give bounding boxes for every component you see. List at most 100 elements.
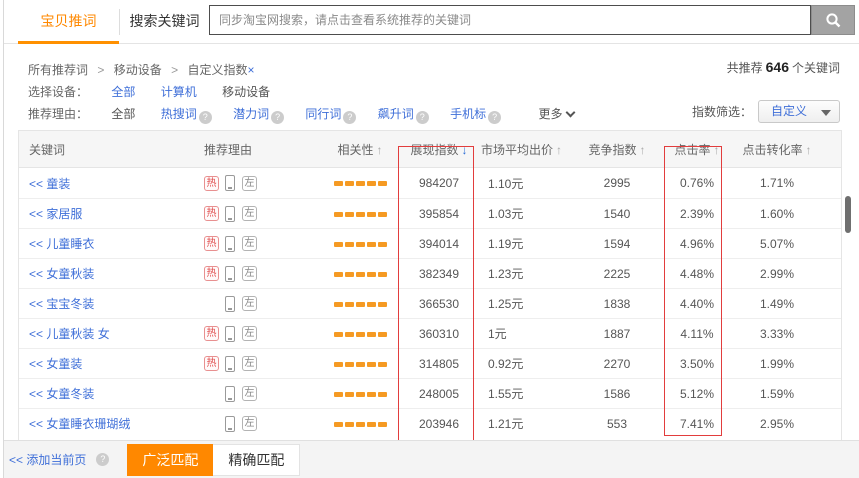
relevance-bars	[334, 302, 387, 307]
broad-match-button[interactable]: 广泛匹配	[127, 444, 213, 476]
phone-icon	[225, 266, 235, 282]
hot-badge: 热	[204, 326, 219, 341]
chevron-down-icon	[565, 108, 575, 118]
sort-asc-icon: ↑	[556, 143, 562, 157]
device-option-mobile[interactable]: 移动设备	[222, 85, 270, 99]
reason-option-peer[interactable]: 同行词	[305, 107, 341, 121]
remove-filter-icon[interactable]: ×	[247, 63, 254, 77]
device-option-all[interactable]: 全部	[111, 85, 135, 99]
relevance-bars	[334, 392, 387, 397]
impressions-value: 360310	[401, 327, 477, 341]
summary-suffix: 个关键词	[792, 61, 840, 75]
help-icon[interactable]: ?	[488, 111, 501, 124]
more-filters-toggle[interactable]: 更多	[539, 107, 574, 121]
impressions-value: 314805	[401, 357, 477, 371]
reason-option-all[interactable]: 全部	[111, 107, 135, 121]
reason-option-potential[interactable]: 潜力词	[233, 107, 269, 121]
reason-option-hot-search[interactable]: 热搜词	[161, 107, 197, 121]
header-reason: 推荐理由	[204, 141, 319, 158]
exact-match-button[interactable]: 精确匹配	[213, 444, 300, 476]
breadcrumb-mobile-device[interactable]: 移动设备	[114, 63, 162, 77]
index-filter-select[interactable]: 自定义	[758, 100, 840, 123]
index-filter-value: 自定义	[771, 104, 807, 118]
ctr-value: 4.40%	[657, 297, 737, 311]
keyword-link[interactable]: << 女童冬装	[29, 387, 94, 401]
table-row: << 儿童睡衣 热左 394014 1.19元 1594 4.96% 5.07%	[19, 228, 841, 258]
reason-badges: 热左	[204, 206, 319, 222]
impressions-value: 366530	[401, 297, 477, 311]
page-left-border	[3, 0, 4, 478]
avg-bid-value: 1.23元	[477, 265, 577, 282]
header-relevance[interactable]: 相关性↑	[319, 141, 401, 158]
help-icon[interactable]: ?	[199, 111, 212, 124]
help-icon[interactable]: ?	[416, 111, 429, 124]
breadcrumb-all-words[interactable]: 所有推荐词	[28, 63, 88, 77]
help-icon[interactable]: ?	[271, 111, 284, 124]
ctr-value: 2.39%	[657, 207, 737, 221]
sort-desc-icon: ↓	[462, 143, 468, 157]
active-tab-underline	[18, 41, 119, 44]
reason-filter-row: 推荐理由： 全部 热搜词? 潜力词? 同行词? 飙升词? 手机标? 更多	[28, 105, 574, 124]
avg-bid-value: 1.10元	[477, 175, 577, 192]
tab-search-keywords[interactable]: 搜索关键词	[120, 0, 209, 43]
index-filter: 指数筛选： 自定义	[692, 100, 840, 123]
summary-prefix: 共推荐	[727, 61, 763, 75]
reason-badges: 热左	[204, 326, 319, 342]
keyword-link[interactable]: << 儿童秋装 女	[29, 327, 110, 341]
device-filter-label: 选择设备：	[28, 83, 108, 100]
ctr-value: 4.48%	[657, 267, 737, 281]
keyword-link[interactable]: << 家居服	[29, 207, 82, 221]
left-badge: 左	[242, 296, 257, 311]
header-competition[interactable]: 竞争指数↑	[577, 141, 657, 158]
reason-badges: 热左	[204, 236, 319, 252]
keyword-link[interactable]: << 女童秋装	[29, 267, 94, 281]
reason-badges: 热左	[204, 386, 319, 402]
magnifier-icon	[825, 12, 842, 29]
tab-item-promote-words[interactable]: 宝贝推词	[18, 0, 119, 43]
hot-badge: 热	[204, 206, 219, 221]
keyword-link[interactable]: << 童装	[29, 177, 70, 191]
phone-icon	[225, 356, 235, 372]
header-keyword: 关键词	[19, 141, 204, 158]
left-badge: 左	[242, 386, 257, 401]
sort-asc-icon: ↑	[714, 143, 720, 157]
left-badge: 左	[242, 326, 257, 341]
ctr-value: 5.12%	[657, 387, 737, 401]
avg-bid-value: 1.03元	[477, 205, 577, 222]
relevance-bars	[334, 272, 387, 277]
keyword-link[interactable]: << 儿童睡衣	[29, 237, 94, 251]
sort-asc-icon: ↑	[377, 143, 383, 157]
search-button[interactable]	[811, 5, 855, 35]
cvr-value: 3.33%	[737, 327, 817, 341]
reason-option-mobile-tag[interactable]: 手机标	[450, 107, 486, 121]
avg-bid-value: 1.55元	[477, 385, 577, 402]
header-cvr[interactable]: 点击转化率↑	[737, 141, 817, 158]
add-current-page-link[interactable]: << 添加当前页	[9, 451, 86, 468]
avg-bid-value: 1.21元	[477, 415, 577, 432]
impressions-value: 248005	[401, 387, 477, 401]
help-icon[interactable]: ?	[343, 111, 356, 124]
header-avg-bid[interactable]: 市场平均出价↑	[477, 141, 577, 158]
header-impressions[interactable]: 展现指数↓	[401, 141, 477, 158]
keyword-link[interactable]: << 女童装	[29, 357, 82, 371]
keyword-link[interactable]: << 宝宝冬装	[29, 297, 94, 311]
competition-value: 1887	[577, 327, 657, 341]
header-ctr[interactable]: 点击率↑	[657, 141, 737, 158]
competition-value: 1594	[577, 237, 657, 251]
ctr-value: 4.11%	[657, 327, 737, 341]
cvr-value: 1.60%	[737, 207, 817, 221]
cvr-value: 1.71%	[737, 176, 817, 190]
avg-bid-value: 0.92元	[477, 355, 577, 372]
sort-asc-icon: ↑	[806, 143, 812, 157]
reason-badges: 热左	[204, 416, 319, 432]
table-header-row: 关键词 推荐理由 相关性↑ 展现指数↓ 市场平均出价↑ 竞争指数↑ 点击率↑ 点…	[19, 131, 841, 168]
keyword-search-input[interactable]	[209, 5, 811, 35]
cvr-value: 1.59%	[737, 387, 817, 401]
help-icon[interactable]: ?	[96, 453, 109, 466]
breadcrumb-custom-index[interactable]: 自定义指数	[187, 63, 247, 77]
vertical-scrollbar-thumb[interactable]	[845, 196, 851, 233]
keyword-link[interactable]: << 女童睡衣珊瑚绒	[29, 417, 130, 431]
device-option-pc[interactable]: 计算机	[161, 85, 197, 99]
reason-option-soaring[interactable]: 飙升词	[378, 107, 414, 121]
footer-bar: << 添加当前页 ? 广泛匹配 精确匹配	[4, 440, 859, 478]
